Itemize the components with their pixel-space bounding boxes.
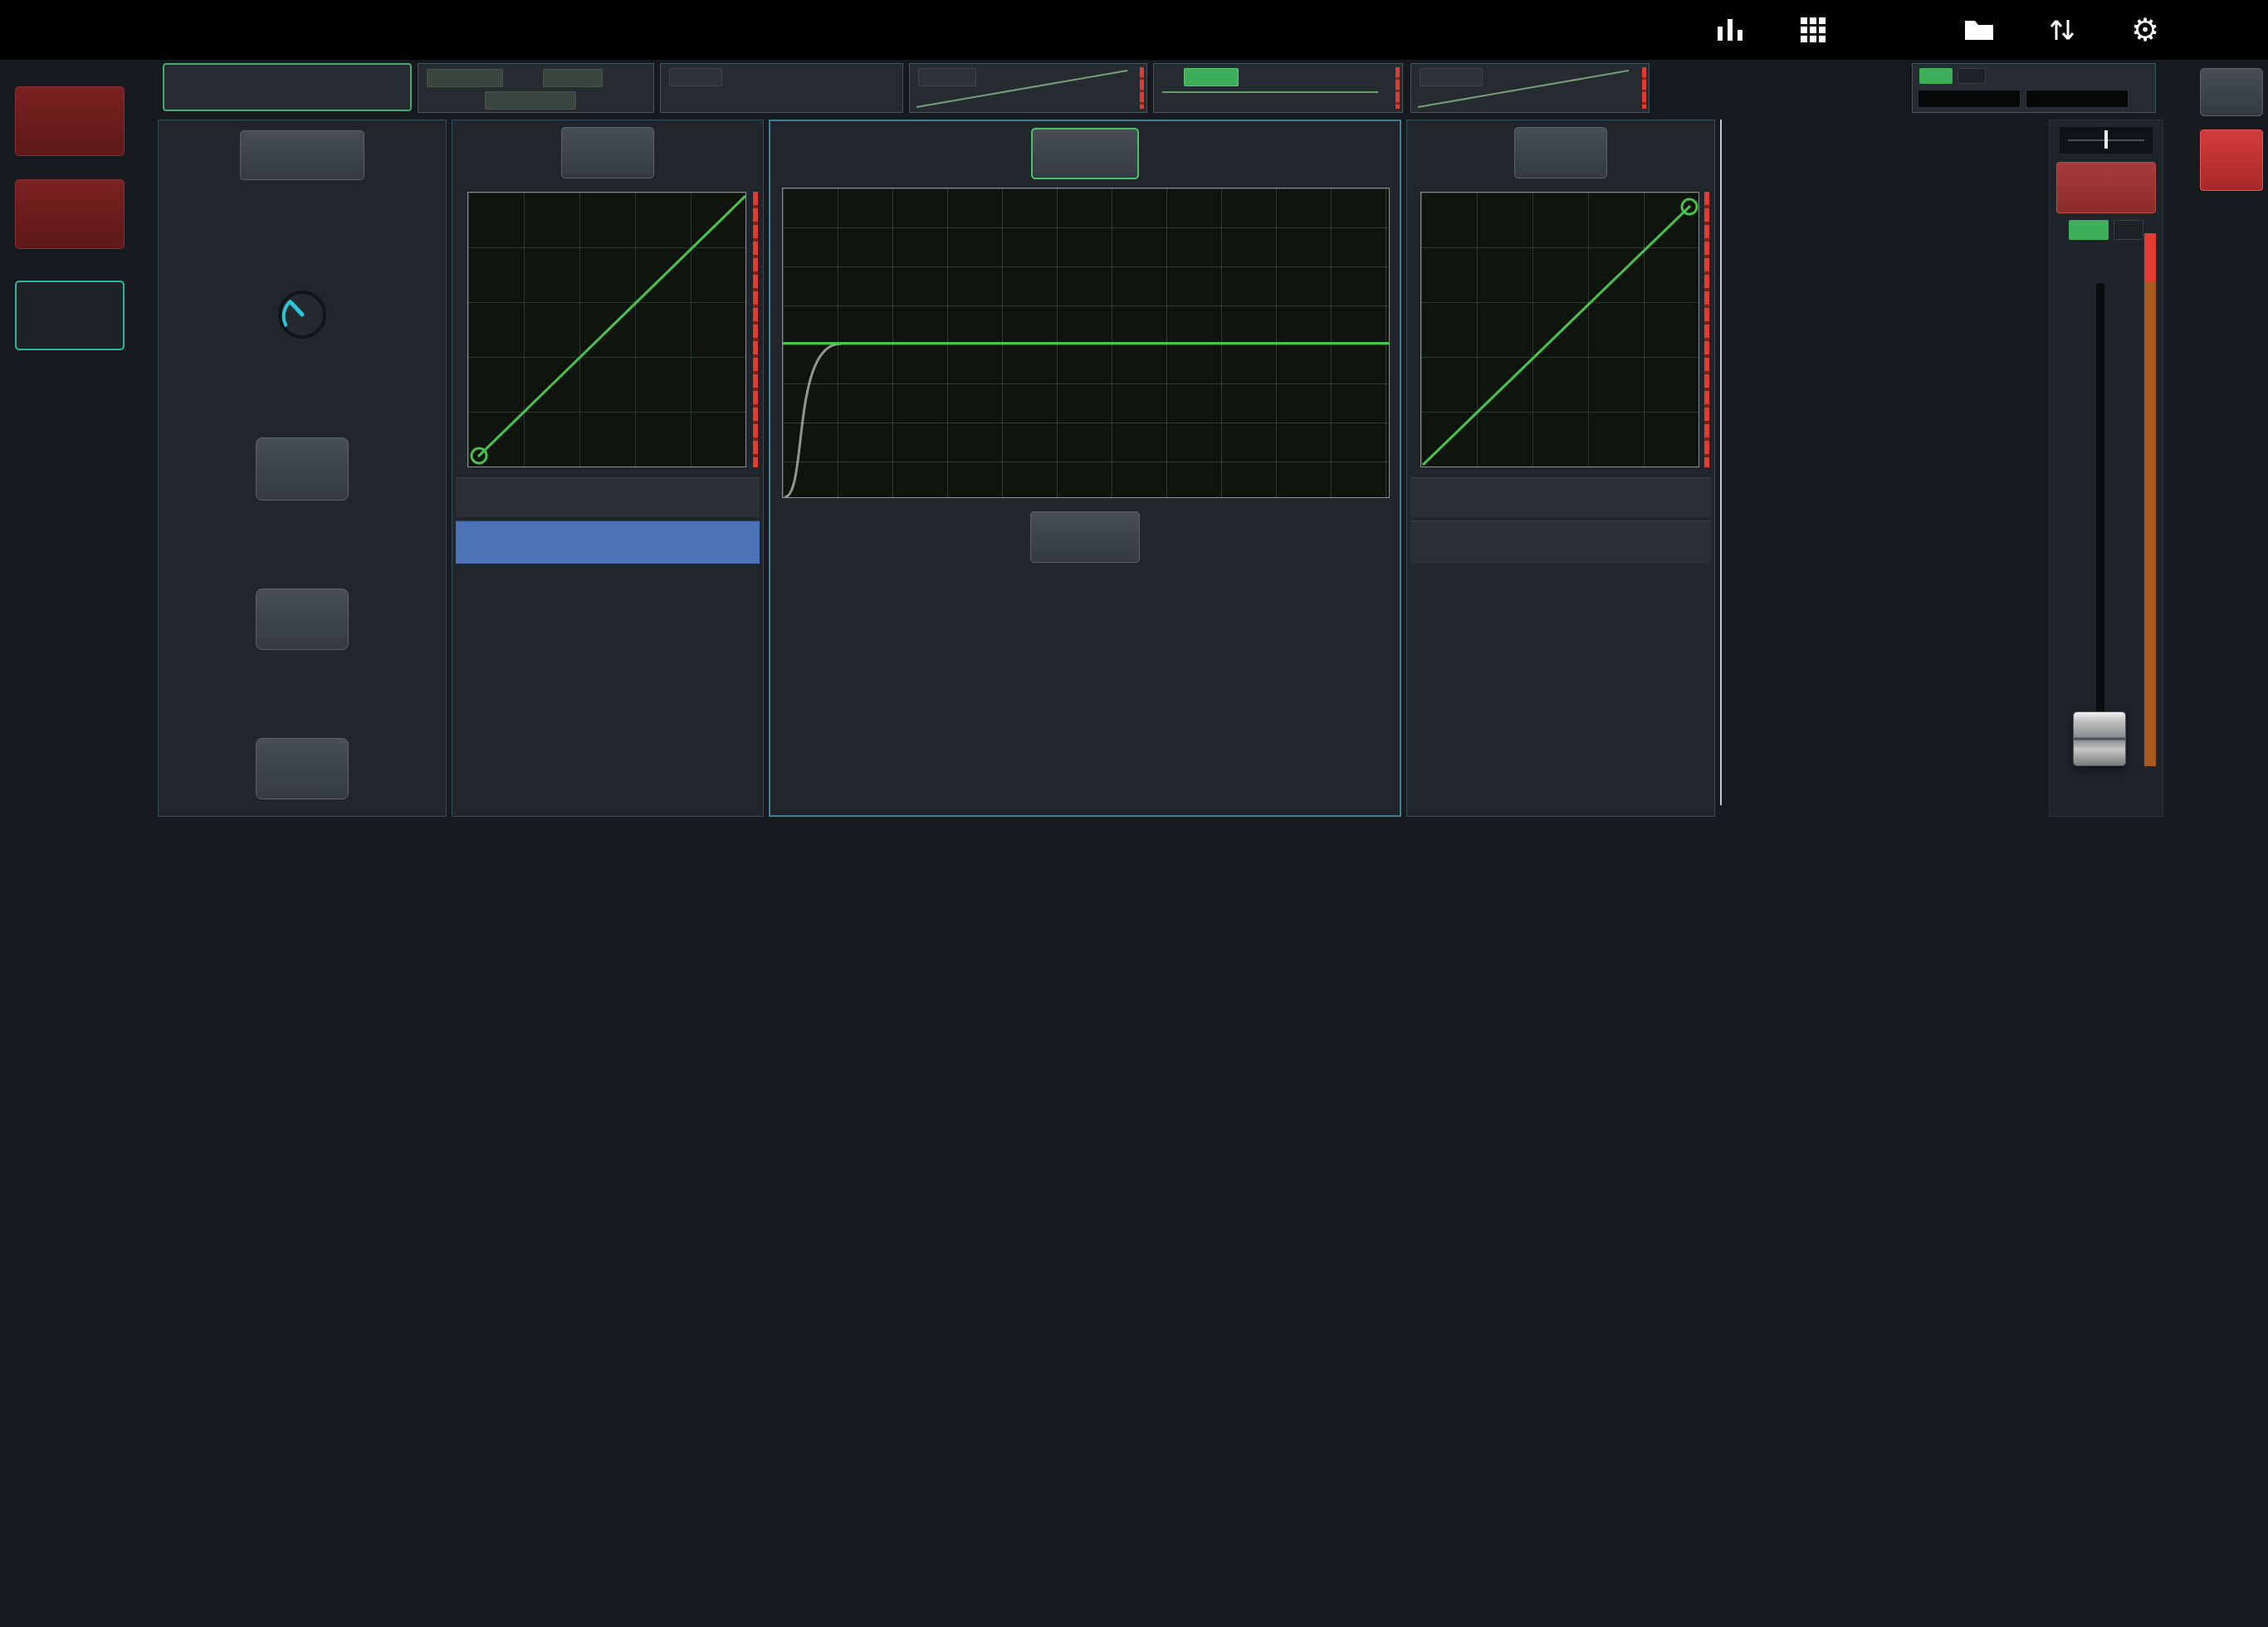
gear-icon[interactable]: ⚙ — [2127, 12, 2163, 48]
fx-sidebar-button[interactable] — [15, 179, 125, 249]
mini-phantom-chip — [427, 69, 503, 87]
lowcut-button[interactable] — [1030, 511, 1140, 563]
pan-tick — [2104, 130, 2108, 149]
comp-curve — [1421, 193, 1699, 467]
mute-enable-button[interactable] — [2200, 129, 2263, 191]
mini-delay-chip — [543, 69, 603, 87]
meter-clip-segment — [2144, 233, 2156, 281]
folder-icon[interactable] — [1961, 12, 1997, 48]
mini-comp-curve — [1411, 64, 1650, 112]
mini-peq-curve — [1154, 64, 1404, 112]
mini-gate-meter — [1140, 67, 1144, 109]
selected-channel-strip — [2049, 120, 2163, 817]
gate-graph[interactable] — [467, 192, 746, 467]
mute-button[interactable] — [2056, 162, 2156, 213]
top-bar: ⚙ — [0, 0, 2268, 60]
sort-arrows-icon[interactable] — [2044, 12, 2080, 48]
mini-gate-curve — [910, 64, 1148, 112]
comp-graph[interactable] — [1420, 192, 1699, 467]
gate-curve — [468, 193, 746, 467]
fader-handle[interactable] — [2073, 711, 2126, 766]
mini-comp-panel[interactable] — [1410, 63, 1650, 113]
mini-lr-tag — [1919, 68, 1953, 84]
lr-tag[interactable] — [2069, 220, 2109, 240]
channel-overview-row — [154, 61, 2175, 116]
meters-icon[interactable] — [1712, 12, 1748, 48]
pan-indicator[interactable] — [2060, 127, 2153, 154]
fx-button[interactable] — [1878, 12, 1914, 48]
mini-insert-panel[interactable] — [660, 63, 903, 113]
fader-area — [2050, 276, 2163, 773]
gate-threshold-row[interactable] — [456, 477, 760, 517]
comp-gain-reduction-meter — [1704, 192, 1709, 467]
gate-section — [452, 120, 764, 817]
comp-threshold-row[interactable] — [1410, 477, 1711, 517]
group-button[interactable] — [15, 86, 125, 156]
config-section — [158, 120, 447, 817]
mini-mono-meter — [2026, 90, 2129, 108]
comp-state-button[interactable] — [1514, 127, 1607, 178]
bus-sends-list — [1720, 120, 2042, 805]
mini-peq-panel[interactable] — [1153, 63, 1403, 113]
gate-gain-reduction-meter — [753, 192, 758, 467]
phantom-button[interactable] — [256, 589, 349, 650]
top-bar-icons: ⚙ — [1712, 12, 2246, 48]
grid-icon[interactable] — [1795, 12, 1831, 48]
mixer-app: ⚙ — [0, 0, 2268, 1627]
gain-knob[interactable] — [276, 288, 329, 341]
channel-detail-area — [154, 118, 2175, 820]
peq-state-button[interactable] — [1031, 128, 1139, 179]
mini-lowcut-chip — [485, 91, 576, 110]
gate-range-row[interactable] — [456, 520, 760, 564]
mini-mono-tag — [1958, 68, 1986, 84]
peq-response-line — [783, 342, 1389, 344]
decay-param-button[interactable] — [15, 281, 125, 350]
more-button[interactable] — [2210, 12, 2246, 48]
mini-gate-panel[interactable] — [909, 63, 1147, 113]
gate-state-button[interactable] — [561, 127, 654, 178]
left-sidebar — [12, 70, 141, 1627]
peq-section — [769, 120, 1401, 817]
comp-ratio-row[interactable] — [1410, 520, 1711, 564]
mono-tag[interactable] — [2114, 220, 2143, 240]
mini-input-panel[interactable] — [418, 63, 654, 113]
link-button[interactable] — [256, 738, 349, 799]
mini-insert-chip — [669, 68, 722, 86]
level-meter — [2144, 233, 2156, 766]
comp-section — [1406, 120, 1715, 817]
fine-button[interactable] — [2200, 68, 2263, 116]
fader-track — [2096, 283, 2104, 766]
overview-tab-button[interactable] — [163, 63, 412, 111]
peq-graph[interactable] — [782, 188, 1390, 498]
mini-peq-meter — [1396, 67, 1400, 109]
mini-main-meter-panel[interactable] — [1912, 63, 2156, 113]
right-rail — [2198, 61, 2268, 1627]
phase-button[interactable] — [256, 437, 349, 501]
mini-lr-meter — [1918, 90, 2021, 108]
config-button[interactable] — [240, 130, 364, 180]
mini-comp-meter — [1642, 67, 1646, 109]
